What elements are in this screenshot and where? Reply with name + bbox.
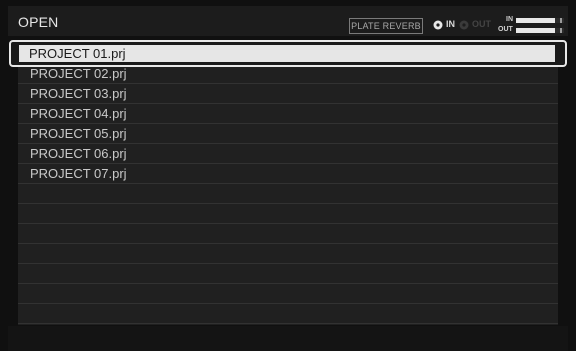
selected-file-label: PROJECT 01.prj (29, 46, 126, 61)
output-level-fill (516, 28, 556, 33)
output-peak-marker (560, 28, 562, 33)
file-row (18, 304, 558, 324)
file-row[interactable]: PROJECT 05.prj (18, 124, 558, 144)
file-row[interactable]: PROJECT 07.prj (18, 164, 558, 184)
selected-file-row[interactable]: PROJECT 01.prj (9, 40, 567, 67)
output-level-meter (516, 28, 564, 33)
file-row (18, 264, 558, 284)
footer-bar (8, 326, 568, 351)
file-row[interactable]: PROJECT 02.prj (18, 64, 558, 84)
file-row (18, 184, 558, 204)
header-bar: OPEN PLATE REVERB IN OUT IN OUT (8, 6, 568, 36)
input-level-meter (516, 18, 564, 23)
output-icon (459, 20, 469, 30)
input-level-fill (516, 18, 556, 23)
file-name: PROJECT 06.prj (30, 146, 127, 161)
input-label: IN (446, 19, 455, 29)
meter-in-label: IN (506, 16, 513, 23)
file-name: PROJECT 03.prj (30, 86, 127, 101)
file-name: PROJECT 02.prj (30, 66, 127, 81)
meter-out-label: OUT (498, 26, 513, 33)
file-list[interactable]: PROJECT 02.prj PROJECT 03.prj PROJECT 04.p… (18, 44, 558, 325)
file-name: PROJECT 05.prj (30, 126, 127, 141)
file-row (18, 284, 558, 304)
file-row[interactable]: PROJECT 03.prj (18, 84, 558, 104)
file-row (18, 244, 558, 264)
file-name: PROJECT 07.prj (30, 166, 127, 181)
file-row[interactable]: PROJECT 04.prj (18, 104, 558, 124)
output-label: OUT (472, 19, 491, 29)
page-title: OPEN (18, 14, 59, 30)
file-name: PROJECT 04.prj (30, 106, 127, 121)
file-row[interactable]: PROJECT 06.prj (18, 144, 558, 164)
effect-name-badge: PLATE REVERB (349, 18, 423, 34)
input-peak-marker (560, 18, 562, 23)
selected-highlight: PROJECT 01.prj (19, 45, 555, 62)
file-row (18, 224, 558, 244)
file-row (18, 204, 558, 224)
input-icon (433, 20, 443, 30)
open-screen: OPEN PLATE REVERB IN OUT IN OUT PROJECT … (0, 0, 576, 351)
